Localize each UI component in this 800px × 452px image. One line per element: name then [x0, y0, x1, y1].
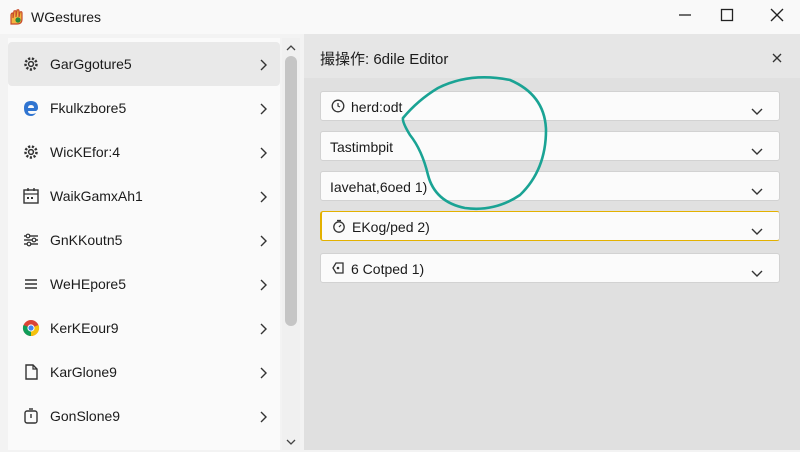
editor-field-4[interactable]: 6 Cotped 1) [320, 253, 780, 283]
sidebar-item-7[interactable]: KarGlone9 [8, 350, 280, 394]
chevron-right-icon [258, 146, 268, 159]
edge-browser-icon [22, 99, 40, 117]
maximize-icon [720, 8, 734, 27]
settings-list-icon [22, 231, 40, 249]
chevron-down-icon [751, 265, 763, 277]
editor-field-2[interactable]: Iavehat,6oed 1) [320, 171, 780, 201]
editor-header: 撮操作: 6dile Editor [304, 34, 800, 78]
chevron-right-icon [258, 410, 268, 423]
chevron-right-icon [258, 278, 268, 291]
sidebar-item-label: WeHEpore5 [50, 276, 127, 292]
gear-icon [22, 55, 40, 73]
gear-icon [22, 143, 40, 161]
chevron-down-icon [751, 183, 763, 195]
editor-field-3[interactable]: EKog/ped 2) [320, 211, 780, 241]
chevron-down-icon [751, 143, 763, 155]
sidebar-item-1[interactable]: Fkulkzbore5 [8, 86, 280, 130]
scrollbar-thumb[interactable] [285, 56, 297, 326]
sidebar-item-0[interactable]: GarGgoture5 [8, 42, 280, 86]
close-icon[interactable] [772, 50, 782, 63]
minimize-button[interactable] [662, 0, 708, 34]
close-icon [770, 8, 784, 27]
timer-icon [332, 219, 346, 233]
chevron-right-icon [258, 58, 268, 71]
sidebar-item-label: WicKEfor:4 [50, 144, 121, 160]
chevron-right-icon [258, 322, 268, 335]
gesture-list-sidebar: GarGgoture5 Fkulkzbore5 WicKEfor:4 WaikG… [8, 38, 280, 450]
sidebar-item-label: GnKKoutn5 [50, 232, 123, 248]
sidebar-scrollbar[interactable] [282, 38, 300, 450]
chevron-right-icon [258, 234, 268, 247]
chevron-right-icon [258, 190, 268, 203]
app-title: WGestures [31, 9, 102, 25]
field-label: Iavehat,6oed 1) [330, 179, 428, 195]
sidebar-item-8[interactable]: GonSlone9 [8, 394, 280, 438]
sidebar-item-6[interactable]: KerKEour9 [8, 306, 280, 350]
editor-field-1[interactable]: Tastimbpit [320, 131, 780, 161]
chevron-down-icon [751, 103, 763, 115]
sidebar-item-label: GarGgoture5 [50, 56, 132, 72]
sidebar-item-label: WaikGamxAh1 [50, 188, 143, 204]
list-icon [22, 275, 40, 293]
editor-field-0[interactable]: herd:odt [320, 91, 780, 121]
sidebar-item-2[interactable]: WicKEfor:4 [8, 130, 280, 174]
sidebar-item-label: Fkulkzbore5 [50, 100, 127, 116]
sidebar-item-5[interactable]: WeHEpore5 [8, 262, 280, 306]
sidebar-item-label: KerKEour9 [50, 320, 119, 336]
editor-title: 撮操作: 6dile Editor [320, 51, 449, 68]
field-label: EKog/ped 2) [352, 219, 430, 235]
chevron-right-icon [258, 102, 268, 115]
chevron-right-icon [258, 366, 268, 379]
field-label: Tastimbpit [330, 139, 394, 155]
maximize-button[interactable] [704, 0, 750, 34]
clock-icon [331, 99, 345, 113]
sidebar-item-3[interactable]: WaikGamxAh1 [8, 174, 280, 218]
gesture-editor-panel: 撮操作: 6dile Editor herd:odt Tastimbpit Ia… [304, 34, 800, 450]
chevron-down-icon[interactable] [285, 434, 297, 445]
field-label: herd:odt [351, 99, 403, 115]
chevron-up-icon[interactable] [285, 40, 297, 51]
close-button[interactable] [754, 0, 800, 34]
chevron-down-icon [751, 223, 763, 235]
sidebar-item-label: GonSlone9 [50, 408, 121, 424]
field-label: 6 Cotped 1) [351, 261, 425, 277]
calendar-icon [22, 187, 40, 205]
document-icon [22, 363, 40, 381]
gesture-app-icon [8, 9, 26, 26]
tag-icon [331, 261, 345, 275]
chrome-icon [22, 319, 40, 337]
minimize-icon [678, 8, 692, 27]
title-bar: WGestures [0, 0, 800, 34]
timer-icon [22, 407, 40, 425]
sidebar-item-4[interactable]: GnKKoutn5 [8, 218, 280, 262]
sidebar-item-label: KarGlone9 [50, 364, 117, 380]
